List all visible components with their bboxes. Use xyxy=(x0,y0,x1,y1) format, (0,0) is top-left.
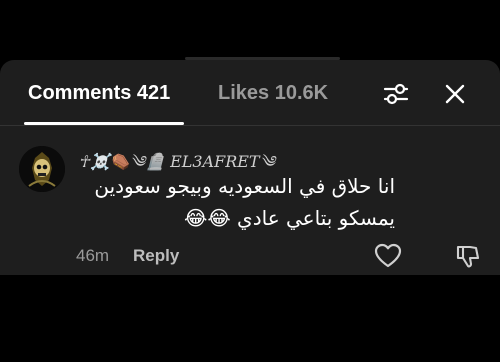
reply-button[interactable]: Reply xyxy=(133,246,179,266)
comments-sheet: Comments 421 Likes 10.6K ☥☠️⚰️༄🪦 EL3AFRE… xyxy=(0,60,500,275)
avatar[interactable] xyxy=(19,146,65,192)
sliders-icon xyxy=(383,83,409,105)
header-divider xyxy=(0,125,500,126)
close-icon xyxy=(445,84,465,104)
close-button[interactable] xyxy=(441,80,469,108)
background-area xyxy=(0,0,500,60)
thumbs-down-icon xyxy=(456,245,480,268)
filter-button[interactable] xyxy=(382,80,410,108)
tab-likes[interactable]: Likes 10.6K xyxy=(218,82,328,105)
heart-icon xyxy=(374,243,402,268)
tab-comments[interactable]: Comments 421 xyxy=(28,82,170,105)
tab-bar: Comments 421 Likes 10.6K xyxy=(0,60,500,126)
dislike-button[interactable] xyxy=(455,243,481,269)
like-button[interactable] xyxy=(374,243,402,269)
comment-time: 46m xyxy=(76,246,110,265)
skull-avatar-icon xyxy=(19,146,65,192)
comment-line-1: انا حلاق في السعوديه وبيجو سعودين xyxy=(94,174,395,198)
comment-item: ☥☠️⚰️༄🪦 EL3AFRET༄ انا حلاق في السعوديه و… xyxy=(0,138,500,268)
comment-meta: 46m Reply xyxy=(0,243,500,269)
comment-text: انا حلاق في السعوديه وبيجو سعودين يمسكو … xyxy=(75,170,395,234)
comment-line-2: يمسكو بتاعي عادي 😂😂 xyxy=(183,206,395,230)
